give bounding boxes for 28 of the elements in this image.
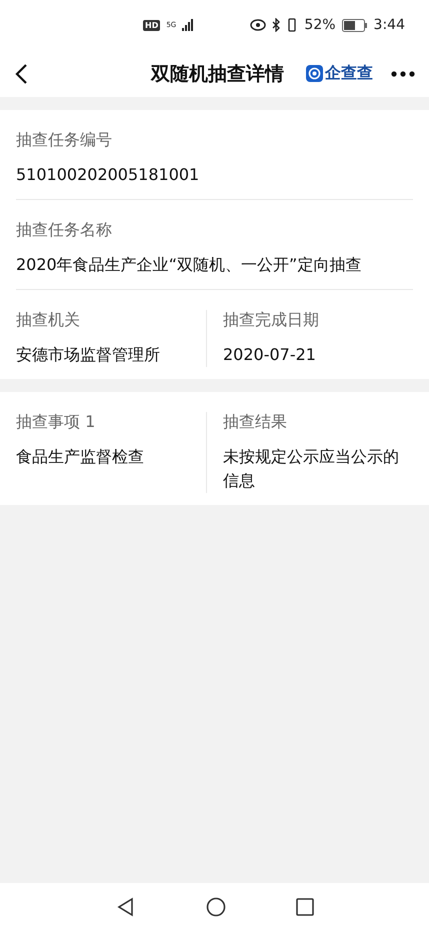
field-label: 抽查任务名称 [16,220,113,241]
field-label: 抽查结果 [223,412,288,433]
field-value: 安德市场监督管理所 [16,344,161,366]
field-value: 510100202005181001 [16,164,200,186]
field-label: 抽查机关 [16,310,81,331]
battery-percent: 52% [304,17,336,33]
brand-name: 企查查 [325,63,373,84]
back-nav-icon[interactable] [116,896,136,916]
brand-logo-icon [306,65,323,82]
more-icon[interactable] [391,70,415,76]
battery-icon [342,18,368,32]
signal-icon [182,19,194,31]
clock-time: 3:44 [374,17,405,33]
field-label: 抽查任务编号 [16,130,113,151]
field-value: 食品生产监督检查 [16,446,145,468]
field-value: 2020-07-21 [223,344,317,366]
eye-icon [250,19,266,31]
field-label: 抽查事项 1 [16,412,96,433]
field-label: 抽查完成日期 [223,310,320,331]
page-title: 双随机抽查详情 [151,62,284,86]
bluetooth-icon [272,18,280,32]
hd-badge: HD [143,20,160,30]
vibrate-icon [286,18,298,32]
field-value: 2020年食品生产企业“双随机、一公开”定向抽查 [16,254,362,276]
field-value: 未按规定公示应当公示的信息 [223,446,400,492]
home-nav-icon[interactable] [206,896,226,916]
recents-nav-icon[interactable] [296,898,314,916]
back-icon[interactable] [14,62,28,84]
